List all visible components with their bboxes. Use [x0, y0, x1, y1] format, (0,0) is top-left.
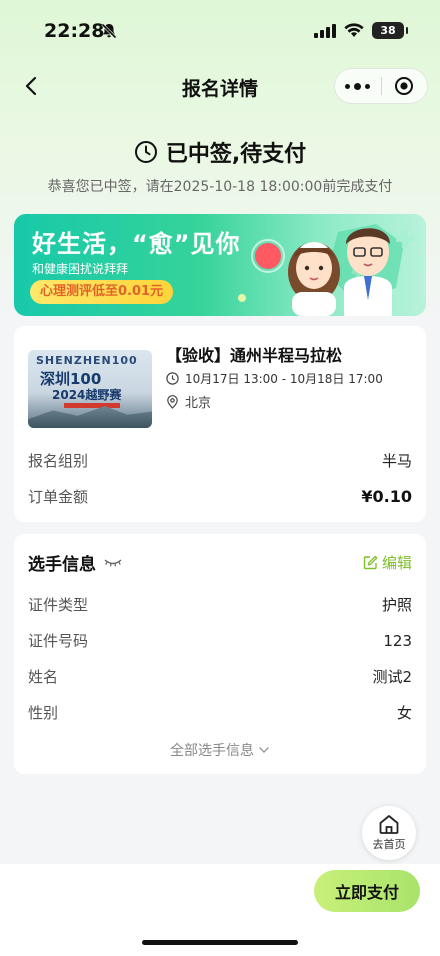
target-icon[interactable] — [381, 76, 427, 96]
athlete-title: 选手信息 — [28, 550, 122, 575]
event-location-text: 北京 — [185, 396, 212, 411]
location-icon — [167, 394, 178, 409]
event-location: 北京 — [166, 392, 211, 411]
event-time-text: 10月17日 13:00 - 10月18日 17:00 — [185, 372, 383, 386]
row-value: 女 — [396, 704, 412, 722]
row-id-type: 证件类型 护照 — [28, 594, 412, 615]
thumb-mountain — [28, 406, 152, 428]
battery-indicator: 38 — [372, 22, 408, 39]
edit-label: 编辑 — [381, 554, 412, 572]
banner-pill: 心理测评低至0.01元 — [30, 280, 174, 304]
row-gender: 性别 女 — [28, 702, 412, 723]
event-thumbnail[interactable]: SHENZHEN100 深圳100 2024越野赛 — [28, 350, 152, 428]
pay-now-button[interactable]: 立即支付 — [314, 870, 420, 912]
status-time: 22:28 — [44, 20, 105, 42]
home-fab[interactable]: 去首页 — [362, 806, 416, 860]
row-id-number: 证件号码 123 — [28, 630, 412, 651]
home-icon — [379, 815, 399, 834]
eye-closed-icon[interactable] — [104, 557, 122, 569]
thumb-red-bar — [64, 403, 120, 408]
row-value: 护照 — [381, 596, 412, 614]
nav-bar: 报名详情 — [0, 64, 440, 108]
row-label: 姓名 — [28, 668, 59, 686]
doctors-illustration — [238, 224, 414, 316]
thumb-line3: 2024越野赛 — [52, 388, 122, 402]
promo-banner[interactable]: 好生活，“愈”见你 和健康困扰说拜拜 心理测评低至0.01元 — [14, 214, 426, 316]
row-value: 测试2 — [372, 668, 412, 686]
edit-icon — [363, 555, 378, 570]
row-name: 姓名 测试2 — [28, 666, 412, 687]
home-fab-label: 去首页 — [372, 838, 406, 851]
row-group: 报名组别 半马 — [28, 450, 412, 471]
all-athletes-label: 全部选手信息 — [170, 743, 254, 759]
event-title[interactable]: 【验收】通州半程马拉松 — [166, 342, 342, 366]
row-label: 报名组别 — [28, 452, 89, 470]
event-card: SHENZHEN100 深圳100 2024越野赛 【验收】通州半程马拉松 10… — [14, 326, 426, 522]
clock-icon — [134, 141, 157, 163]
wifi-icon — [344, 23, 364, 37]
event-time: 10月17日 13:00 - 10月18日 17:00 — [166, 370, 383, 387]
miniprogram-capsule — [334, 68, 428, 104]
banner-subtitle: 和健康困扰说拜拜 — [32, 262, 129, 276]
bottom-bar: 立即支付 — [0, 864, 440, 956]
row-amount: 订单金额 ¥0.10 — [28, 486, 412, 507]
row-label: 订单金额 — [28, 488, 89, 506]
athlete-card: 选手信息 编辑 证件类型 护照 证件号码 123 姓名 测试2 性别 女 全部选… — [14, 534, 426, 774]
more-dots-icon[interactable] — [335, 82, 381, 90]
clock-icon — [166, 372, 179, 385]
bell-slash-icon — [101, 23, 117, 39]
row-label: 性别 — [28, 704, 59, 722]
banner-title: 好生活，“愈”见你 — [32, 230, 241, 258]
edit-button[interactable]: 编辑 — [363, 552, 412, 573]
row-value: 半马 — [381, 452, 412, 470]
order-amount: ¥0.10 — [361, 487, 412, 506]
row-label: 证件号码 — [28, 632, 89, 650]
status-heading: 已中签,待支付 — [0, 136, 440, 168]
home-indicator — [142, 940, 298, 945]
status-bar: 22:28 38 — [0, 0, 440, 64]
all-athletes-toggle[interactable]: 全部选手信息 — [14, 740, 426, 760]
athlete-header: 选手信息 编辑 — [28, 550, 412, 575]
thumb-line1: SHENZHEN100 — [36, 354, 138, 367]
row-label: 证件类型 — [28, 596, 89, 614]
status-title: 已中签,待支付 — [165, 142, 307, 167]
athlete-title-text: 选手信息 — [28, 555, 96, 575]
signal-icon — [314, 23, 336, 38]
chevron-down-icon — [259, 747, 269, 753]
row-value: 123 — [383, 631, 412, 650]
status-subtitle: 恭喜您已中签，请在2025-10-18 18:00:00前完成支付 — [47, 179, 393, 195]
